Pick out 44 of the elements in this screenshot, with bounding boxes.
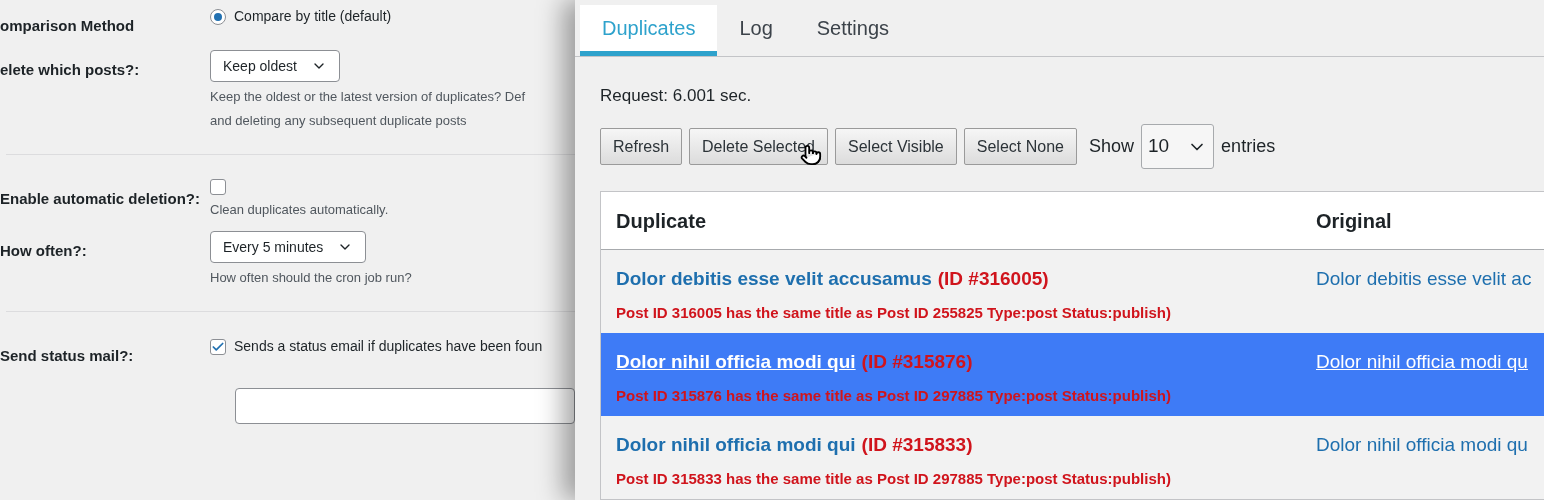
post-id: (ID #316005) (937, 267, 1049, 291)
original-link[interactable]: Dolor nihil officia modi qu (1316, 434, 1528, 455)
hint-text: Keep the oldest or the latest version of duplicates? Def (210, 88, 526, 106)
option-label: Sends a status email if duplicates have been foun (234, 337, 543, 356)
email-field[interactable] (235, 388, 575, 424)
hint-text: Clean duplicates automatically. (210, 201, 389, 219)
dropdown[interactable]: Every 5 minutes (210, 231, 367, 263)
show-label: Show (1088, 135, 1134, 158)
page-size-select[interactable]: 10 (1140, 124, 1215, 169)
post-id: (ID #315876) (861, 350, 973, 374)
post-id: (ID #315833) (861, 433, 973, 457)
duplicate-link[interactable]: Dolor debitis esse velit accusamus (616, 265, 932, 294)
setting-label: elete which posts?: (0, 61, 140, 78)
request-time: Request: 6.001 sec. (600, 84, 753, 107)
option-label: Compare by title (default) (234, 7, 392, 26)
duplicate-note: Post ID 315876 has the same title as Post ID 297885 Type:post Status:publish) (616, 385, 1172, 406)
tab[interactable]: Settings (794, 5, 912, 56)
column-header: Duplicate (616, 209, 707, 232)
radio-button[interactable] (210, 8, 226, 25)
setting-label: Send status mail?: (0, 347, 134, 364)
action-button[interactable]: Select None (963, 128, 1077, 165)
original-link[interactable]: Dolor debitis esse velit ac (1316, 268, 1532, 289)
hint-text: and deleting any subsequent duplicate posts (210, 112, 468, 130)
duplicate-link[interactable]: Dolor nihil officia modi qui (616, 348, 856, 377)
hint-text: How often should the cron job run? (210, 269, 412, 287)
action-button[interactable]: Select Visible (835, 128, 957, 165)
tab[interactable]: Duplicates (580, 5, 718, 56)
setting-label: omparison Method (0, 17, 135, 34)
checkbox[interactable] (210, 179, 226, 195)
setting-label: How often?: (0, 242, 87, 259)
setting-label: Enable automatic deletion?: (0, 190, 201, 207)
duplicate-link[interactable]: Dolor nihil officia modi qui (616, 431, 856, 460)
column-header: Original (1316, 209, 1392, 232)
table-row[interactable]: Dolor nihil officia modi qui (ID #315876) Post ID 315876 has the same title as Post ID 297885 Type:post Status:publish) Dolor nihil officia modi qu (601, 333, 1544, 416)
duplicate-note: Post ID 316005 has the same title as Post ID 255825 Type:post Status:publish) (616, 302, 1172, 323)
tab[interactable]: Log (717, 5, 795, 56)
entries-label: entries (1221, 135, 1276, 158)
table-row[interactable]: Dolor nihil officia modi qui (ID #315833) Post ID 315833 has the same title as Post ID 297885 Type:post Status:publish) Dolor nihil officia modi qu (601, 416, 1544, 499)
action-button[interactable]: Refresh (600, 128, 683, 165)
duplicate-note: Post ID 315833 has the same title as Post ID 297885 Type:post Status:publish) (616, 468, 1172, 489)
original-link[interactable]: Dolor nihil officia modi qu (1316, 351, 1528, 372)
table-row[interactable]: Dolor debitis esse velit accusamus (ID #316005) Post ID 316005 has the same title as Post ID 255825 Type:post Status:publish) Dolor debitis esse velit ac (601, 250, 1544, 333)
dropdown[interactable]: Keep oldest (210, 50, 340, 82)
checkbox[interactable] (210, 338, 226, 355)
